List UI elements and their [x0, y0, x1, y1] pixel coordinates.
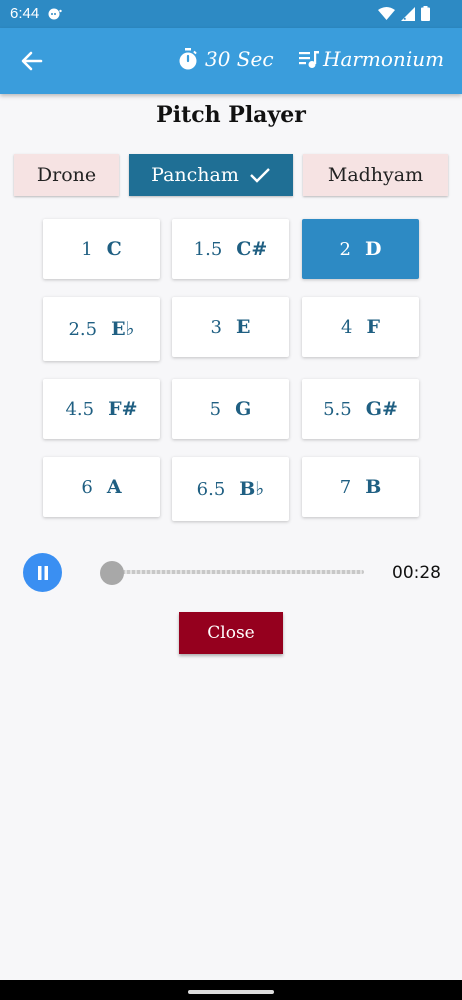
- pitch-number: 1.5: [193, 238, 223, 260]
- pause-button[interactable]: [23, 553, 62, 592]
- pitch-note: G: [235, 398, 252, 420]
- mode-label: Pancham: [151, 164, 239, 186]
- pitch-number: 6: [81, 476, 93, 498]
- pitch-button-2-5[interactable]: 2.5 E♭: [43, 297, 160, 361]
- mode-label: Drone: [36, 164, 97, 186]
- pitch-number: 5.5: [323, 398, 352, 420]
- close-button[interactable]: Close: [179, 612, 283, 654]
- back-button[interactable]: [16, 46, 48, 76]
- pitch-button-1[interactable]: 1C: [43, 219, 160, 279]
- pitch-number: 4: [341, 316, 353, 338]
- page-title: Pitch Player: [156, 102, 306, 128]
- pitch-number: 2.5: [68, 318, 98, 340]
- battery-icon: [421, 6, 430, 21]
- pitch-note: D: [364, 238, 382, 260]
- notification-icon: [48, 8, 62, 20]
- pitch-number: 2: [339, 238, 351, 260]
- pitch-button-6[interactable]: 6A: [43, 457, 160, 517]
- pitch-note: E♭: [111, 318, 135, 340]
- pitch-note: G#: [365, 398, 398, 420]
- close-label: Close: [207, 623, 255, 643]
- stopwatch-icon: [179, 48, 197, 70]
- mode-label: Madhyam: [327, 164, 424, 186]
- app-bar: 30 Sec Harmonium: [0, 28, 462, 94]
- pitch-note: B♭: [239, 478, 265, 500]
- status-bar: 6:44: [0, 0, 462, 28]
- pitch-note: B: [365, 476, 382, 498]
- pitch-note: C: [106, 238, 122, 260]
- instrument-label: Harmonium: [323, 47, 445, 71]
- pitch-button-4-5[interactable]: 4.5 F#: [43, 379, 160, 439]
- timer-label: 30 Sec: [205, 47, 274, 71]
- wifi-icon: [378, 6, 395, 20]
- pitch-note: A: [106, 476, 122, 498]
- pitch-number: 6.5: [196, 478, 226, 500]
- pitch-number: 4.5: [65, 398, 95, 420]
- pitch-number: 7: [339, 476, 352, 498]
- pitch-note: F#: [108, 398, 138, 420]
- time-readout: 00:28: [392, 563, 441, 583]
- pitch-note: F: [366, 316, 380, 338]
- pitch-button-6-5[interactable]: 6.5 B♭: [172, 457, 289, 521]
- progress-slider-thumb[interactable]: [100, 561, 124, 585]
- status-time: 6:44: [10, 5, 40, 22]
- timer-button[interactable]: 30 Sec: [178, 47, 274, 71]
- mode-pancham-button[interactable]: Pancham: [129, 154, 293, 196]
- check-icon: [250, 168, 270, 183]
- pitch-button-2[interactable]: 2D: [302, 219, 419, 279]
- pitch-button-5-5[interactable]: 5.5 G#: [302, 379, 419, 439]
- pitch-number: 3: [210, 316, 222, 338]
- mode-selector: Drone Pancham Madhyam: [14, 154, 448, 196]
- playlist-music-icon: [299, 51, 319, 68]
- pitch-button-5[interactable]: 5G: [172, 379, 289, 439]
- pause-icon: [37, 565, 48, 580]
- pitch-button-4[interactable]: 4F: [302, 297, 419, 357]
- pitch-button-7[interactable]: 7B: [302, 457, 419, 517]
- progress-slider[interactable]: [112, 570, 364, 574]
- pitch-number: 1: [81, 238, 93, 260]
- pitch-button-3[interactable]: 3E: [172, 297, 289, 357]
- mode-drone-button[interactable]: Drone: [14, 154, 119, 196]
- signal-icon: [401, 6, 415, 21]
- status-icons: [378, 6, 430, 21]
- instrument-button[interactable]: Harmonium: [298, 47, 444, 71]
- pitch-note: C#: [236, 238, 268, 260]
- pitch-number: 5: [209, 398, 222, 420]
- pitch-note: E: [235, 316, 251, 338]
- back-arrow-icon: [21, 51, 43, 71]
- pitch-button-1-5[interactable]: 1.5 C#: [172, 219, 289, 279]
- mode-madhyam-button[interactable]: Madhyam: [303, 154, 448, 196]
- home-indicator[interactable]: [188, 990, 274, 994]
